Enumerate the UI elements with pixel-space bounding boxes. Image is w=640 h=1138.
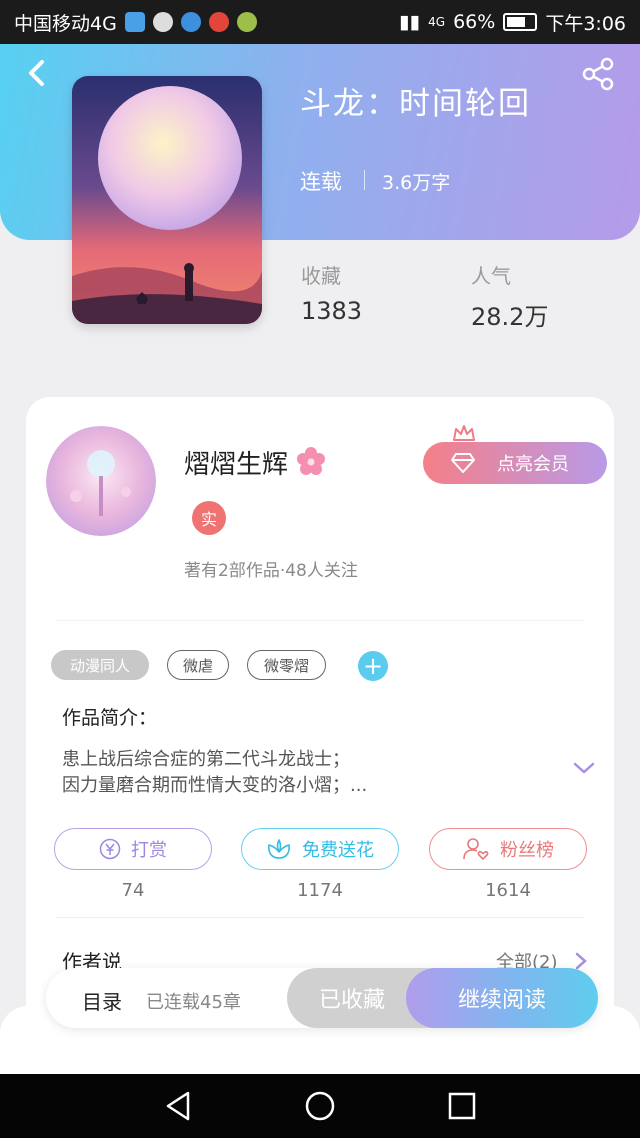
battery-icon [503,13,538,31]
intro-line: 患上战后综合症的第二代斗龙战士； [62,749,350,770]
nav-recents-button[interactable] [444,1088,480,1124]
status-divider [364,170,365,190]
chevron-down-icon [573,762,595,774]
clock: 下午3:06 [545,12,626,35]
word-count: 3.6万字 [382,172,451,194]
popularity-label: 人气 [471,264,511,288]
intro-heading: 作品简介： [62,707,158,729]
continue-reading-button[interactable]: 继续阅读 [406,968,598,1028]
vip-button-label: 点亮会员 [497,454,569,475]
browser-icon [180,12,201,32]
popularity-count: 28.2万 [471,303,549,331]
card-divider [56,620,584,621]
book-title: 斗龙：时间轮回 [300,86,531,122]
fan-ranking-button[interactable]: 粉丝榜 [429,828,587,870]
battery-percent: 66% [453,11,496,33]
author-meta: 著有2部作品·48人关注 [184,561,358,581]
sakura-icon [297,447,325,475]
tip-label: 打赏 [131,840,167,861]
crown-icon [453,425,475,441]
triangle-back-icon [166,1091,190,1121]
tag-anime-fanfic[interactable]: 动漫同人 [51,650,149,680]
chapter-count: 已连载45章 [146,992,241,1013]
nav-home-button[interactable] [302,1088,338,1124]
yuan-icon [99,838,121,860]
tip-count: 74 [121,880,145,901]
fan-ranking-label: 粉丝榜 [500,840,554,861]
fan-heart-icon [463,838,489,861]
flower-count: 1174 [297,880,343,901]
share-icon [582,57,614,91]
share-button[interactable] [580,56,616,92]
book-cover[interactable] [72,76,262,324]
qq-icon [152,12,173,32]
nav-back-button[interactable] [160,1088,196,1124]
send-flower-label: 免费送花 [302,840,374,861]
chevron-right-icon[interactable] [574,952,588,970]
tip-button[interactable]: 打赏 [54,828,212,870]
send-flower-button[interactable]: 免费送花 [241,828,399,870]
serial-status: 连载 [300,170,342,194]
author-name[interactable]: 熠熠生辉 [184,444,288,481]
diamond-icon [451,453,475,473]
status-bar: 中国移动4G ▮▮ 4G 66% 下午3:06 [0,0,640,44]
flower-icon [268,839,290,859]
weibo-icon [208,12,229,32]
expand-intro-button[interactable] [572,760,596,776]
card-divider [56,917,584,918]
continue-reading-label: 继续阅读 [457,988,546,1013]
gallery-icon [124,12,145,32]
tag-ship[interactable]: 微零熠 [247,650,326,680]
collected-label: 已收藏 [318,988,385,1013]
fan-count: 1614 [485,880,531,901]
tag-light-angst[interactable]: 微虐 [167,650,229,680]
toc-button[interactable]: 目录 [82,986,122,1015]
verified-badge: 实 [192,501,226,535]
add-tag-button[interactable]: + [358,651,388,681]
back-button[interactable] [20,56,54,90]
wechat-icon [236,12,257,32]
intro-line: 因力量磨合期而性情大变的洛小熠；... [62,775,368,796]
favorites-count: 1383 [301,297,363,325]
signal-icon: ▮▮ [399,11,421,33]
favorites-label: 收藏 [301,264,341,288]
square-recents-icon [448,1092,476,1120]
carrier-label: 中国移动4G [14,12,117,35]
circle-home-icon [305,1091,335,1121]
back-arrow-icon [29,60,44,86]
network-label: 4G [428,15,446,29]
author-avatar[interactable] [46,426,156,536]
